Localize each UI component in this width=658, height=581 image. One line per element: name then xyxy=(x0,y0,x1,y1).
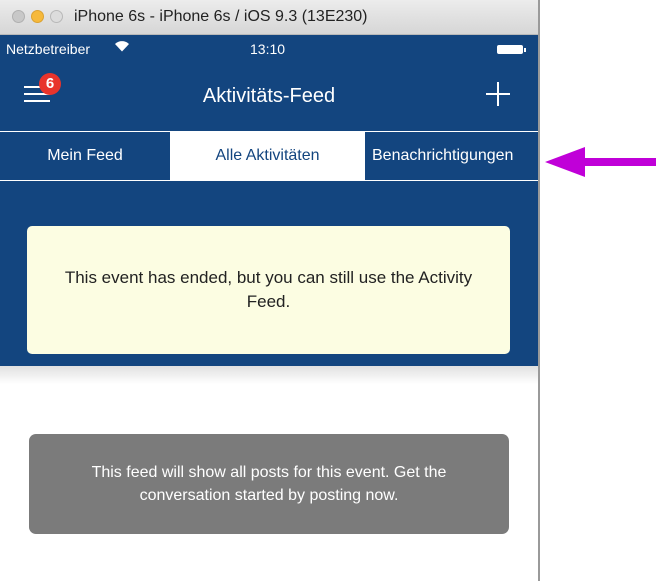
annotation-arrow-icon xyxy=(545,147,656,177)
tab-benachrichtigungen[interactable]: Benachrichtigungen xyxy=(372,132,538,180)
wifi-icon xyxy=(115,41,129,52)
close-window-button[interactable] xyxy=(12,10,25,23)
zoom-window-button[interactable] xyxy=(50,10,63,23)
event-banner-area: This event has ended, but you can still … xyxy=(0,181,538,366)
empty-feed-message: This feed will show all posts for this e… xyxy=(29,434,509,534)
window-titlebar: iPhone 6s - iPhone 6s / iOS 9.3 (13E230) xyxy=(0,0,538,35)
feed-tab-bar: Mein Feed Alle Aktivitäten Benachrichtig… xyxy=(0,131,538,181)
banner-shadow xyxy=(0,366,538,384)
status-time: 13:10 xyxy=(250,41,286,57)
page-title: Aktivitäts-Feed xyxy=(202,85,336,107)
tab-mein-feed[interactable]: Mein Feed xyxy=(0,132,170,180)
carrier-label: Netzbetreiber xyxy=(6,41,91,57)
ios-status-bar: Netzbetreiber 13:10 xyxy=(0,35,538,63)
plus-icon[interactable] xyxy=(486,82,510,106)
tab-alle-aktivitaeten[interactable]: Alle Aktivitäten xyxy=(170,132,365,180)
window-title: iPhone 6s - iPhone 6s / iOS 9.3 (13E230) xyxy=(74,8,368,25)
app-navigation-bar: 6 Aktivitäts-Feed xyxy=(0,63,538,131)
battery-icon xyxy=(497,45,526,54)
minimize-window-button[interactable] xyxy=(31,10,44,23)
simulator-window: iPhone 6s - iPhone 6s / iOS 9.3 (13E230)… xyxy=(0,0,540,581)
event-ended-notice: This event has ended, but you can still … xyxy=(27,226,510,354)
